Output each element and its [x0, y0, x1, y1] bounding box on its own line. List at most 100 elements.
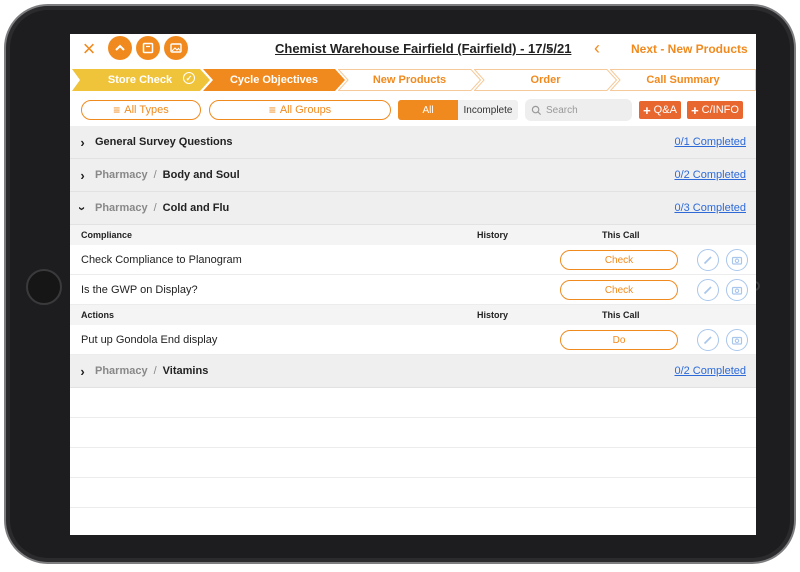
camera-icon: [731, 286, 743, 295]
add-cinfo-button[interactable]: + C/INFO: [687, 101, 743, 119]
top-bar: × Chemist Warehouse Fairfield (Fairfield…: [70, 34, 756, 66]
check-button[interactable]: Check: [560, 280, 678, 300]
question-text: Put up Gondola End display: [81, 334, 218, 346]
history-column-header: History: [477, 230, 509, 240]
group-name: General Survey Questions: [95, 136, 233, 148]
segment-all[interactable]: All: [398, 100, 458, 120]
chevron-up-icon: [115, 44, 125, 51]
empty-row: [70, 478, 756, 508]
step-label: Call Summary: [646, 74, 720, 86]
group-category: Pharmacy: [95, 169, 148, 181]
chevron-right-icon: ›: [80, 363, 85, 379]
plus-icon: +: [643, 102, 651, 118]
completed-link[interactable]: 0/2 Completed: [674, 365, 746, 377]
step-label: Store Check: [107, 74, 173, 86]
question-text: Is the GWP on Display?: [81, 284, 198, 296]
edit-button[interactable]: [697, 329, 719, 351]
gallery-button[interactable]: [164, 36, 188, 60]
page-title[interactable]: Chemist Warehouse Fairfield (Fairfield) …: [275, 41, 571, 56]
edit-button[interactable]: [697, 249, 719, 271]
section-header-actions: Actions History This Call: [70, 305, 756, 325]
search-icon: [531, 105, 542, 115]
camera-icon: [731, 256, 743, 265]
collapse-up-button[interactable]: [108, 36, 132, 60]
add-qa-button[interactable]: + Q&A: [639, 101, 681, 119]
next-button[interactable]: Next - New Products: [631, 42, 748, 56]
check-button[interactable]: Check: [560, 250, 678, 270]
all-types-label: All Types: [124, 104, 169, 116]
app-screen: × Chemist Warehouse Fairfield (Fairfield…: [70, 34, 756, 535]
plus-icon: +: [691, 102, 699, 118]
list-item: Put up Gondola End display Do: [70, 325, 756, 355]
group-category: Pharmacy: [95, 202, 148, 214]
pencil-icon: [703, 286, 712, 295]
close-icon[interactable]: ×: [80, 38, 98, 60]
pencil-icon: [703, 336, 712, 345]
camera-icon: [731, 336, 743, 345]
completion-segment: All Incomplete: [398, 100, 518, 120]
search-input[interactable]: Search: [525, 99, 632, 121]
empty-row: [70, 448, 756, 478]
pencil-icon: [703, 256, 712, 265]
chevron-right-icon: ›: [80, 167, 85, 183]
history-column-header: History: [477, 310, 509, 320]
segment-incomplete[interactable]: Incomplete: [458, 100, 518, 120]
section-title: Actions: [81, 310, 115, 320]
qa-label: Q&A: [653, 104, 677, 116]
filter-bar: ≡ All Types ≡ All Groups All Incomplete …: [70, 98, 756, 122]
notes-button[interactable]: [136, 36, 160, 60]
chevron-right-icon: ›: [80, 134, 85, 150]
completed-link[interactable]: 0/1 Completed: [674, 136, 746, 148]
group-category: Pharmacy: [95, 365, 148, 377]
empty-row: [70, 388, 756, 418]
group-row-general-survey[interactable]: › General Survey Questions 0/1 Completed: [70, 126, 756, 159]
progress-steps: Store Check ✓ Cycle Objectives New Produ…: [70, 69, 756, 91]
all-groups-label: All Groups: [279, 104, 332, 116]
chevron-down-icon: ›: [75, 205, 90, 211]
step-call-summary[interactable]: Call Summary: [610, 69, 756, 91]
chevron-down-icon[interactable]: ⌄: [545, 40, 555, 54]
this-call-column-header: This Call: [602, 230, 640, 240]
camera-button[interactable]: [726, 249, 748, 271]
empty-row: [70, 508, 756, 535]
do-button[interactable]: Do: [560, 330, 678, 350]
menu-lines-icon: ≡: [113, 103, 121, 117]
note-icon: [142, 42, 154, 54]
camera-button[interactable]: [726, 329, 748, 351]
step-order[interactable]: Order: [474, 69, 617, 91]
question-text: Check Compliance to Planogram: [81, 254, 242, 266]
group-name: Cold and Flu: [162, 202, 230, 214]
check-icon: ✓: [183, 72, 195, 84]
step-new-products[interactable]: New Products: [338, 69, 481, 91]
search-placeholder: Search: [546, 104, 578, 116]
image-icon: [170, 43, 182, 53]
objectives-list: › General Survey Questions 0/1 Completed…: [70, 126, 756, 535]
group-row-body-and-soul[interactable]: › Pharmacy / Body and Soul 0/2 Completed: [70, 159, 756, 192]
section-title: Compliance: [81, 230, 133, 240]
step-cycle-objectives[interactable]: Cycle Objectives: [203, 69, 345, 91]
menu-lines-icon: ≡: [268, 103, 276, 117]
section-header-compliance: Compliance History This Call: [70, 225, 756, 245]
home-button: [26, 269, 62, 305]
back-chevron-icon[interactable]: ‹: [594, 38, 600, 59]
empty-row: [70, 418, 756, 448]
all-groups-filter[interactable]: ≡ All Groups: [209, 100, 391, 120]
completed-link[interactable]: 0/3 Completed: [674, 202, 746, 214]
step-store-check[interactable]: Store Check ✓: [70, 69, 210, 91]
list-item: Is the GWP on Display? Check: [70, 275, 756, 305]
group-name: Vitamins: [162, 365, 209, 377]
completed-link[interactable]: 0/2 Completed: [674, 169, 746, 181]
group-row-vitamins[interactable]: › Pharmacy / Vitamins 0/2 Completed: [70, 355, 756, 388]
step-label: New Products: [372, 74, 447, 86]
all-types-filter[interactable]: ≡ All Types: [81, 100, 201, 120]
separator: /: [153, 202, 157, 214]
this-call-column-header: This Call: [602, 310, 640, 320]
separator: /: [153, 169, 157, 181]
tablet-frame: × Chemist Warehouse Fairfield (Fairfield…: [4, 4, 796, 564]
separator: /: [153, 365, 157, 377]
group-row-cold-and-flu[interactable]: › Pharmacy / Cold and Flu 0/3 Completed: [70, 192, 756, 225]
group-name: Body and Soul: [162, 169, 240, 181]
edit-button[interactable]: [697, 279, 719, 301]
camera-button[interactable]: [726, 279, 748, 301]
cinfo-label: C/INFO: [701, 104, 739, 116]
